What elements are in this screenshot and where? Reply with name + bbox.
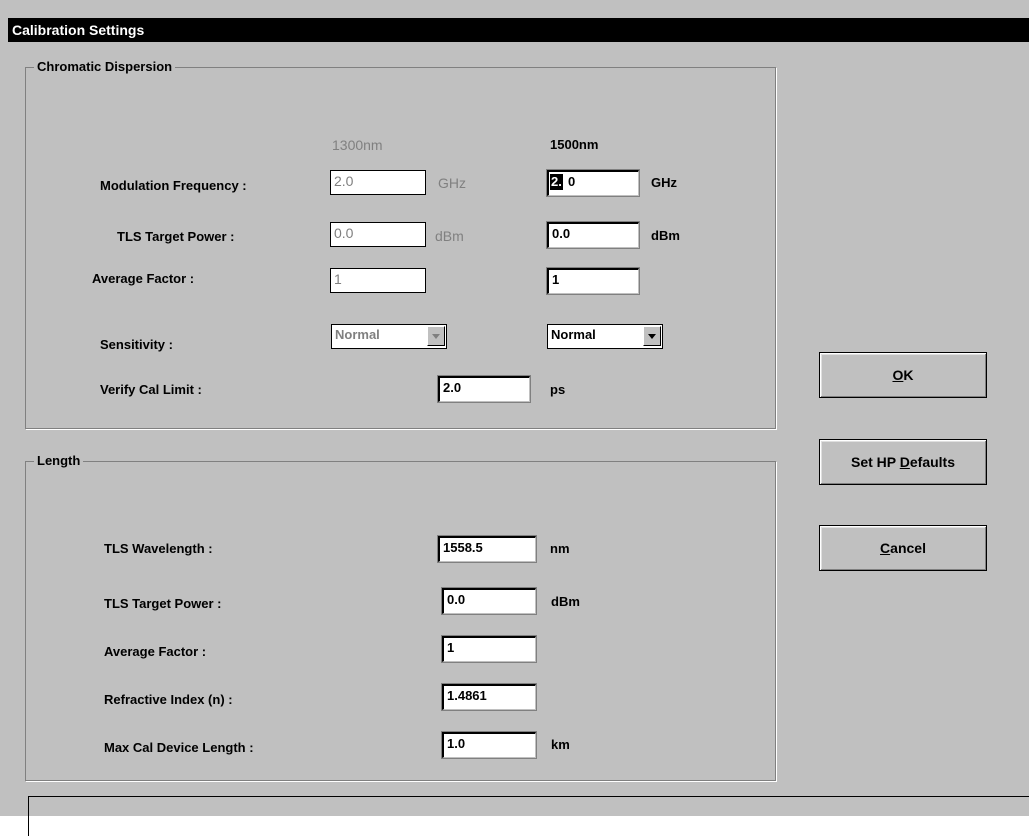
length-legend: Length bbox=[34, 453, 84, 469]
verify-cal-limit-unit: ps bbox=[550, 382, 566, 397]
chevron-down-icon[interactable] bbox=[643, 326, 661, 346]
verify-cal-limit-input[interactable]: 2.0 bbox=[437, 375, 531, 403]
cd-tls-target-power-1300-input[interactable]: 0.0 bbox=[330, 222, 426, 247]
modulation-frequency-1300-unit: GHz bbox=[438, 175, 466, 191]
status-bar bbox=[28, 796, 1029, 836]
cd-average-factor-label: Average Factor : bbox=[92, 271, 195, 286]
set-hp-defaults-button[interactable]: Set HP Defaults bbox=[819, 439, 987, 485]
chevron-down-icon[interactable] bbox=[427, 326, 445, 346]
calibration-settings-dialog: Calibration Settings Chromatic Dispersio… bbox=[0, 0, 1029, 836]
length-average-factor-input[interactable]: 1 bbox=[441, 635, 537, 663]
cd-tls-target-power-label: TLS Target Power : bbox=[117, 229, 235, 244]
tls-wavelength-label: TLS Wavelength : bbox=[104, 541, 213, 556]
chromatic-dispersion-group: Chromatic Dispersion bbox=[25, 59, 776, 429]
column-header-1500nm: 1500nm bbox=[550, 137, 599, 152]
sensitivity-1500-select[interactable]: Normal bbox=[547, 324, 663, 349]
chromatic-dispersion-legend: Chromatic Dispersion bbox=[34, 59, 176, 75]
cd-average-factor-1300-input[interactable]: 1 bbox=[330, 268, 426, 293]
max-cal-device-length-label: Max Cal Device Length : bbox=[104, 740, 254, 755]
length-average-factor-label: Average Factor : bbox=[104, 644, 207, 659]
refractive-index-input[interactable]: 1.4861 bbox=[441, 683, 537, 711]
verify-cal-limit-label: Verify Cal Limit : bbox=[100, 382, 202, 397]
cd-average-factor-1500-input[interactable]: 1 bbox=[546, 267, 640, 295]
refractive-index-label: Refractive Index (n) : bbox=[104, 692, 233, 707]
cd-tls-target-power-1300-unit: dBm bbox=[435, 228, 464, 244]
sensitivity-label: Sensitivity : bbox=[100, 337, 173, 352]
tls-wavelength-input[interactable]: 1558.5 bbox=[437, 535, 537, 563]
length-group: Length bbox=[25, 453, 776, 781]
sensitivity-1300-select[interactable]: Normal bbox=[331, 324, 447, 349]
max-cal-device-length-unit: km bbox=[551, 737, 570, 752]
cd-tls-target-power-1500-unit: dBm bbox=[651, 228, 680, 243]
length-tls-target-power-input[interactable]: 0.0 bbox=[441, 587, 537, 615]
max-cal-device-length-input[interactable]: 1.0 bbox=[441, 731, 537, 759]
tls-wavelength-unit: nm bbox=[550, 541, 570, 556]
title-bar: Calibration Settings bbox=[8, 18, 1029, 42]
column-header-1300nm: 1300nm bbox=[332, 137, 383, 153]
window-title: Calibration Settings bbox=[12, 22, 145, 38]
modulation-frequency-1500-unit: GHz bbox=[651, 175, 677, 190]
modulation-frequency-label: Modulation Frequency : bbox=[100, 178, 247, 193]
unselected-text: 0 bbox=[568, 174, 576, 189]
selected-text: 2. bbox=[550, 174, 563, 190]
length-tls-target-power-unit: dBm bbox=[551, 594, 580, 609]
modulation-frequency-1300-input[interactable]: 2.0 bbox=[330, 170, 426, 195]
cancel-button[interactable]: Cancel bbox=[819, 525, 987, 571]
cd-tls-target-power-1500-input[interactable]: 0.0 bbox=[546, 221, 640, 249]
modulation-frequency-1500-input[interactable]: 2. 0 bbox=[546, 169, 640, 197]
length-tls-target-power-label: TLS Target Power : bbox=[104, 596, 222, 611]
ok-button[interactable]: OK bbox=[819, 352, 987, 398]
